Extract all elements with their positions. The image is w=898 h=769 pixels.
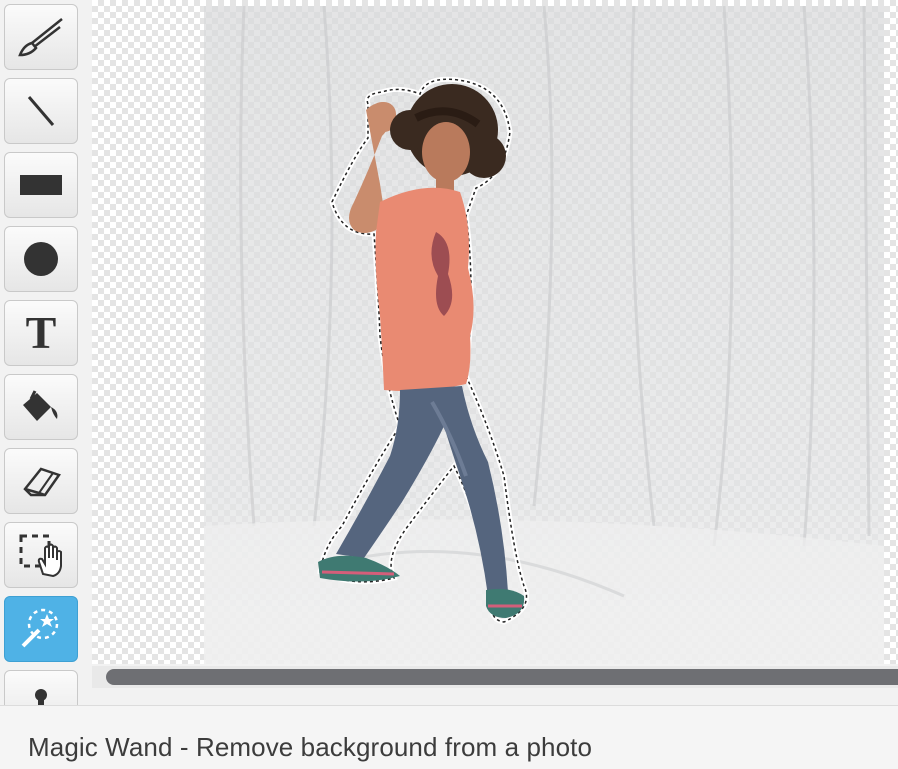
fill-tool-button[interactable] [4, 374, 78, 440]
tool-caption: Magic Wand - Remove background from a ph… [28, 732, 593, 762]
stamp-icon [35, 689, 47, 705]
magic-wand-tool-button[interactable] [4, 596, 78, 662]
text-tool-button[interactable]: T [4, 300, 78, 366]
eraser-icon [23, 467, 61, 497]
brush-icon [18, 18, 63, 57]
circle-icon [24, 242, 58, 276]
rectangle-tool-button[interactable] [4, 152, 78, 218]
select-tool-button[interactable] [4, 522, 78, 588]
scrollbar-thumb[interactable] [106, 669, 898, 685]
caption-bar: Magic Wand - Remove background from a ph… [0, 705, 898, 769]
paint-toolbar: T [0, 0, 90, 705]
rectangle-icon [20, 175, 62, 195]
ellipse-tool-button[interactable] [4, 226, 78, 292]
horizontal-scrollbar[interactable] [92, 666, 898, 688]
stamp-tool-button[interactable] [4, 670, 78, 705]
brush-tool-button[interactable] [4, 4, 78, 70]
line-tool-button[interactable] [4, 78, 78, 144]
paint-bucket-icon [23, 390, 58, 421]
photo-image [204, 6, 884, 664]
eraser-tool-button[interactable] [4, 448, 78, 514]
text-icon: T [25, 307, 57, 358]
paint-canvas[interactable] [92, 0, 898, 664]
select-hand-icon [19, 534, 62, 578]
line-icon [27, 96, 55, 126]
magic-wand-icon [21, 608, 59, 648]
